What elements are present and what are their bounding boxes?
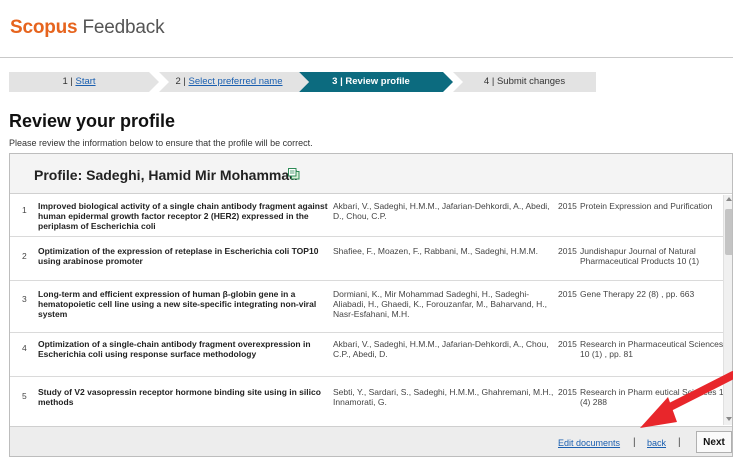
profile-panel: Profile: Sadeghi, Hamid Mir Mohammad 1 I… [9, 153, 733, 457]
document-title: Study of V2 vasopressin receptor hormone… [38, 387, 321, 407]
document-authors: Sebti, Y., Sardari, S., Sadeghi, H.M.M.,… [333, 387, 554, 407]
document-authors: Dormiani, K., Mir Mohammad Sadeghi, H., … [333, 289, 548, 319]
document-row[interactable]: 1 Improved biological activity of a sing… [10, 195, 723, 237]
document-year: 2015 [558, 201, 577, 211]
copy-icon[interactable] [288, 168, 300, 180]
document-row[interactable]: 5 Study of V2 vasopressin receptor hormo… [10, 377, 728, 425]
document-authors: Akbari, V., Sadeghi, H.M.M., Jafarian-De… [333, 201, 550, 221]
step-review-profile-label: Review profile [345, 76, 410, 87]
logo-product: Feedback [82, 17, 165, 38]
profile-footer: Edit documents | back | Next [10, 426, 732, 456]
step-number: 2 [175, 76, 181, 87]
document-title: Improved biological activity of a single… [38, 201, 328, 231]
header: Scopus Feedback [0, 0, 733, 58]
step-start[interactable]: 1 | Start [9, 72, 159, 92]
step-submit-changes-label: Submit changes [496, 76, 566, 87]
page-title: Review your profile [9, 111, 176, 131]
scrollbar-thumb[interactable] [725, 209, 732, 255]
scroll-down-icon[interactable] [726, 417, 732, 421]
step-number: 1 [62, 76, 68, 87]
document-source: Gene Therapy 22 (8) , pp. 663 [580, 289, 695, 299]
separator: | [633, 437, 636, 448]
row-number: 3 [22, 294, 27, 304]
profile-header: Profile: Sadeghi, Hamid Mir Mohammad [10, 154, 732, 194]
document-list-scrollbar[interactable] [723, 195, 732, 425]
document-source: Protein Expression and Purification [580, 201, 713, 211]
document-row[interactable]: 2 Optimization of the expression of rete… [10, 237, 723, 281]
row-number: 5 [22, 391, 27, 401]
progress-steps: 1 | Start 2 | Select preferred name 3 | … [9, 72, 596, 92]
document-authors: Akbari, V., Sadeghi, H.M.M., Jafarian-De… [333, 339, 549, 359]
document-year: 2015 [558, 339, 577, 349]
next-button[interactable]: Next [696, 431, 732, 453]
logo-brand: Scopus [10, 17, 78, 38]
scroll-up-icon[interactable] [726, 197, 732, 201]
scopus-feedback-logo: Scopus Feedback [10, 17, 165, 39]
step-number: 3 [332, 76, 338, 87]
step-start-link[interactable]: Start [75, 76, 95, 87]
document-source: Research in Pharm eutical Sciences 10 (4… [580, 387, 729, 407]
row-number: 2 [22, 251, 27, 261]
step-submit-changes: 4 | Submit changes [453, 72, 596, 92]
separator: | [678, 437, 681, 448]
document-row[interactable]: 4 Optimization of a single-chain antibod… [10, 333, 723, 377]
step-select-preferred-name[interactable]: 2 | Select preferred name [159, 72, 309, 92]
step-select-preferred-name-link[interactable]: Select preferred name [189, 76, 283, 87]
document-source: Research in Pharmaceutical Sciences 10 (… [580, 339, 724, 359]
document-title: Long-term and efficient expression of hu… [38, 289, 317, 319]
document-year: 2015 [558, 289, 577, 299]
document-year: 2015 [558, 387, 577, 397]
row-number: 4 [22, 343, 27, 353]
document-year: 2015 [558, 246, 577, 256]
profile-name: Profile: Sadeghi, Hamid Mir Mohammad [34, 167, 298, 183]
document-list: 1 Improved biological activity of a sing… [10, 195, 728, 425]
document-title: Optimization of the expression of retepl… [38, 246, 319, 266]
page-intro: Please review the information below to e… [9, 138, 313, 148]
document-source: Jundishapur Journal of Natural Pharmaceu… [580, 246, 700, 266]
step-number: 4 [483, 76, 490, 87]
step-review-profile: 3 | Review profile [299, 72, 453, 92]
document-authors: Shafiee, F., Moazen, F., Rabbani, M., Sa… [333, 246, 539, 256]
row-number: 1 [22, 205, 27, 215]
document-row[interactable]: 3 Long-term and efficient expression of … [10, 281, 723, 333]
back-link[interactable]: back [647, 438, 666, 448]
edit-documents-link[interactable]: Edit documents [558, 438, 620, 448]
document-title: Optimization of a single-chain antibody … [38, 339, 311, 359]
